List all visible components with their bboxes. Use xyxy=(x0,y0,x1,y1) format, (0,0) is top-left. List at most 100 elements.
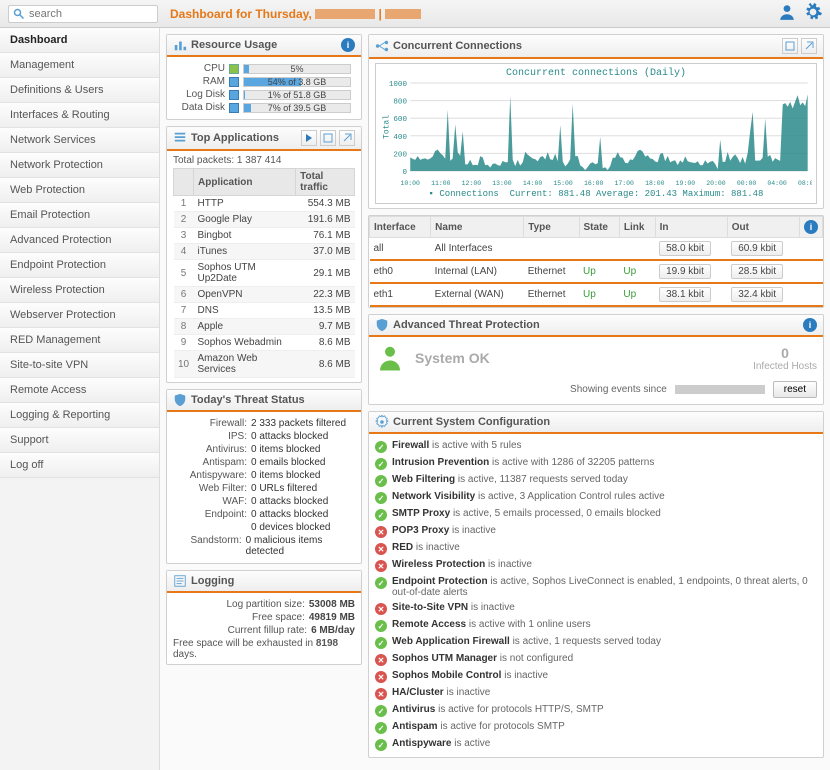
svg-text:19:00: 19:00 xyxy=(676,180,696,187)
sidebar-item-network-services[interactable]: Network Services xyxy=(0,128,159,153)
config-row: ✕RED is inactive xyxy=(375,540,817,557)
logging-title: Logging xyxy=(191,575,355,587)
sidebar-item-email-protection[interactable]: Email Protection xyxy=(0,203,159,228)
app-row: 5Sophos UTM Up2Date29.1 MB xyxy=(174,260,355,287)
datadisk-status-icon xyxy=(229,103,239,113)
system-ok-icon xyxy=(375,343,405,373)
config-row: ✕HA/Cluster is inactive xyxy=(375,685,817,702)
status-bad-icon: ✕ xyxy=(375,688,387,700)
popout-button[interactable] xyxy=(339,130,355,146)
infected-label: Infected Hosts xyxy=(753,361,817,372)
sidebar-item-log-off[interactable]: Log off xyxy=(0,453,159,478)
search-box[interactable] xyxy=(8,5,158,23)
threat-status-row: Antispam:0 emails blocked xyxy=(173,457,355,468)
connections-icon xyxy=(375,39,389,53)
sidebar-item-definitions-users[interactable]: Definitions & Users xyxy=(0,78,159,103)
status-bad-icon: ✕ xyxy=(375,603,387,615)
status-ok-icon: ✓ xyxy=(375,509,387,521)
sidebar-item-site-to-site-vpn[interactable]: Site-to-site VPN xyxy=(0,353,159,378)
cpu-status-icon xyxy=(229,64,239,74)
sidebar-item-advanced-protection[interactable]: Advanced Protection xyxy=(0,228,159,253)
settings-icon[interactable] xyxy=(804,3,822,24)
config-row: ✓Network Visibility is active, 3 Applica… xyxy=(375,489,817,506)
config-row: ✕Sophos UTM Manager is not configured xyxy=(375,651,817,668)
app-row: 7DNS13.5 MB xyxy=(174,303,355,319)
interface-row: allAll Interfaces58.0 kbit60.9 kbit xyxy=(370,238,823,261)
threat-status-title: Today's Threat Status xyxy=(191,394,355,406)
list-icon xyxy=(173,131,187,145)
svg-text:1000: 1000 xyxy=(389,81,407,89)
sidebar-item-support[interactable]: Support xyxy=(0,428,159,453)
sidebar-item-webserver-protection[interactable]: Webserver Protection xyxy=(0,303,159,328)
status-ok-icon: ✓ xyxy=(375,475,387,487)
sidebar-item-endpoint-protection[interactable]: Endpoint Protection xyxy=(0,253,159,278)
svg-text:Total: Total xyxy=(381,115,391,139)
sidebar-item-logging-reporting[interactable]: Logging & Reporting xyxy=(0,403,159,428)
app-row: 1HTTP554.3 MB xyxy=(174,196,355,212)
threat-status-row: Sandstorm:0 malicious items detected xyxy=(173,535,355,557)
status-ok-icon: ✓ xyxy=(375,577,387,589)
app-row: 9Sophos Webadmin8.6 MB xyxy=(174,335,355,351)
config-row: ✓Intrusion Prevention is active with 128… xyxy=(375,455,817,472)
sidebar-item-dashboard[interactable]: Dashboard xyxy=(0,28,159,53)
user-icon[interactable] xyxy=(778,3,796,24)
svg-text:11:00: 11:00 xyxy=(431,180,451,187)
concurrent-connections-panel: Concurrent Connections Concurrent connec… xyxy=(368,34,824,209)
popout-button[interactable] xyxy=(801,38,817,54)
ram-status-icon xyxy=(229,77,239,87)
expand-button[interactable] xyxy=(782,38,798,54)
config-row: ✓Endpoint Protection is active, Sophos L… xyxy=(375,574,817,600)
expand-button[interactable] xyxy=(320,130,336,146)
total-packets: Total packets: 1 387 414 xyxy=(173,155,355,166)
resource-title: Resource Usage xyxy=(191,39,341,51)
svg-text:0: 0 xyxy=(402,169,407,177)
status-ok-icon: ✓ xyxy=(375,458,387,470)
cpu-bar: 5% xyxy=(243,64,351,74)
status-ok-icon: ✓ xyxy=(375,637,387,649)
config-row: ✕Wireless Protection is inactive xyxy=(375,557,817,574)
status-ok-icon: ✓ xyxy=(375,722,387,734)
svg-text:00:00: 00:00 xyxy=(737,180,757,187)
info-icon[interactable]: i xyxy=(804,220,818,234)
status-bad-icon: ✕ xyxy=(375,526,387,538)
config-row: ✕POP3 Proxy is inactive xyxy=(375,523,817,540)
atp-panel: Advanced Threat Protection i System OK 0… xyxy=(368,314,824,405)
app-row: 3Bingbot76.1 MB xyxy=(174,228,355,244)
logging-panel: Logging Log partition size:53008 MBFree … xyxy=(166,570,362,665)
sidebar-item-web-protection[interactable]: Web Protection xyxy=(0,178,159,203)
top-apps-title: Top Applications xyxy=(191,132,298,144)
connections-chart: Concurrent connections (Daily) 020040060… xyxy=(375,63,817,204)
gear-icon xyxy=(375,415,389,429)
status-bad-icon: ✕ xyxy=(375,671,387,683)
svg-text:04:00: 04:00 xyxy=(767,180,787,187)
sidebar-item-network-protection[interactable]: Network Protection xyxy=(0,153,159,178)
threat-status-panel: Today's Threat Status Firewall:2 333 pac… xyxy=(166,389,362,564)
svg-text:17:00: 17:00 xyxy=(615,180,635,187)
sidebar-item-management[interactable]: Management xyxy=(0,53,159,78)
config-row: ✕Site-to-Site VPN is inactive xyxy=(375,600,817,617)
sidebar-item-red-management[interactable]: RED Management xyxy=(0,328,159,353)
log-row: Free space:49819 MB xyxy=(173,612,355,623)
sidebar-item-wireless-protection[interactable]: Wireless Protection xyxy=(0,278,159,303)
top-applications-panel: Top Applications Total packets: 1 387 41… xyxy=(166,126,362,383)
status-ok-icon: ✓ xyxy=(375,739,387,751)
svg-text:12:00: 12:00 xyxy=(462,180,482,187)
sidebar-item-remote-access[interactable]: Remote Access xyxy=(0,378,159,403)
play-button[interactable] xyxy=(301,130,317,146)
threat-status-row: 0 devices blocked xyxy=(173,522,355,533)
sidebar-item-interfaces-routing[interactable]: Interfaces & Routing xyxy=(0,103,159,128)
system-status: System OK xyxy=(415,350,490,366)
search-input[interactable] xyxy=(25,7,145,21)
top-apps-table: ApplicationTotal traffic 1HTTP554.3 MB2G… xyxy=(173,168,355,378)
app-row: 10Amazon Web Services8.6 MB xyxy=(174,351,355,378)
threat-status-row: Endpoint:0 attacks blocked xyxy=(173,509,355,520)
app-row: 4iTunes37.0 MB xyxy=(174,244,355,260)
interface-row: eth0Internal (LAN)EthernetUpUp19.9 kbit2… xyxy=(370,260,823,283)
threat-status-row: Firewall:2 333 packets filtered xyxy=(173,418,355,429)
status-ok-icon: ✓ xyxy=(375,705,387,717)
info-icon[interactable]: i xyxy=(803,318,817,332)
logdisk-label: Log Disk xyxy=(173,89,229,100)
shield-icon xyxy=(173,393,187,407)
reset-button[interactable]: reset xyxy=(773,381,817,398)
info-icon[interactable]: i xyxy=(341,38,355,52)
